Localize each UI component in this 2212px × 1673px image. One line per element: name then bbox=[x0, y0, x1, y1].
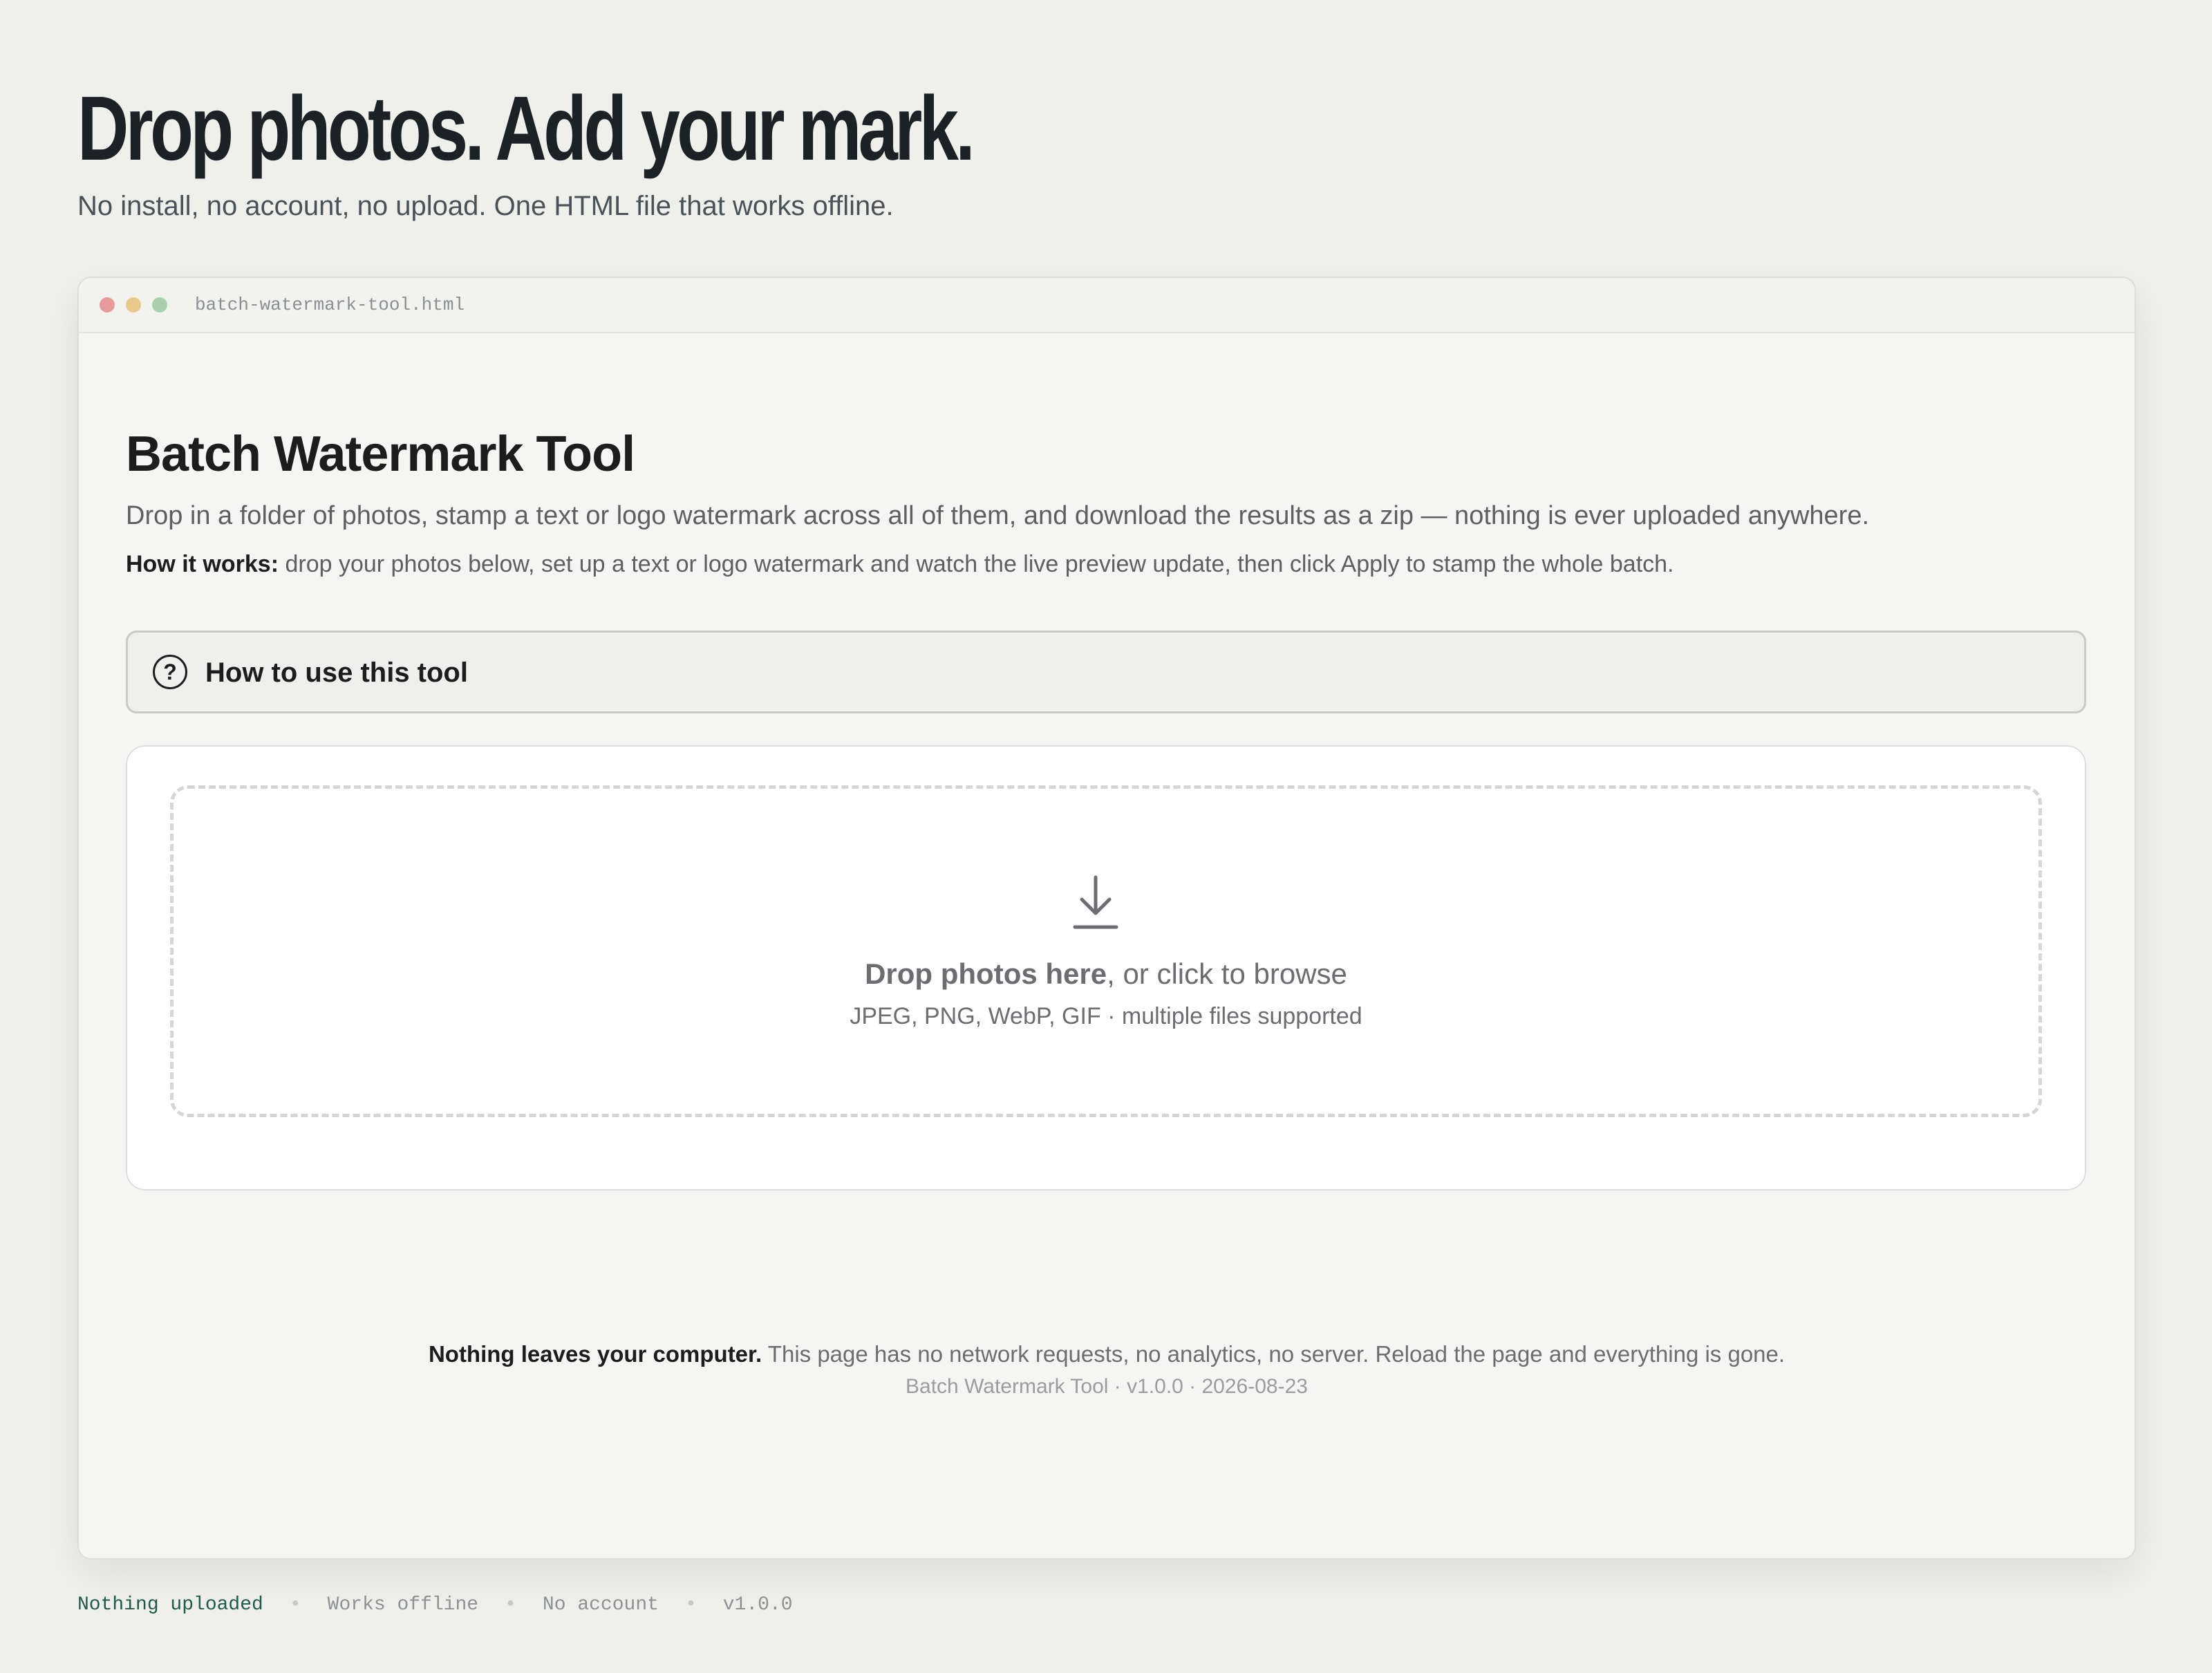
dropzone-main-rest: , or click to browse bbox=[1107, 957, 1347, 990]
privacy-text: This page has no network requests, no an… bbox=[762, 1341, 1785, 1367]
photo-dropzone[interactable]: Drop photos here, or click to browse JPE… bbox=[170, 785, 2042, 1117]
hero-title: Drop photos. Add your mark. bbox=[77, 77, 975, 179]
window-filename: batch-watermark-tool.html bbox=[195, 295, 465, 315]
tool-description: Drop in a folder of photos, stamp a text… bbox=[126, 501, 1870, 530]
window-titlebar: batch-watermark-tool.html bbox=[79, 278, 2135, 333]
dropzone-main-text: Drop photos here, or click to browse bbox=[174, 955, 2038, 993]
tool-title: Batch Watermark Tool bbox=[126, 427, 635, 482]
how-it-works-label: How it works: bbox=[126, 551, 279, 577]
status-nothing-uploaded: Nothing uploaded bbox=[77, 1594, 263, 1616]
status-separator: • bbox=[289, 1594, 301, 1616]
how-to-use-label: How to use this tool bbox=[205, 657, 468, 688]
version-line: Batch Watermark Tool · v1.0.0 · 2026-08-… bbox=[906, 1375, 1308, 1398]
maximize-window-dot-icon[interactable] bbox=[152, 297, 167, 312]
close-window-dot-icon[interactable] bbox=[100, 297, 115, 312]
how-it-works-text: drop your photos below, set up a text or… bbox=[279, 551, 1674, 577]
status-separator: • bbox=[684, 1594, 697, 1616]
privacy-bold: Nothing leaves your computer. bbox=[428, 1341, 762, 1367]
status-version: v1.0.0 bbox=[722, 1594, 793, 1616]
status-works-offline: Works offline bbox=[327, 1594, 479, 1616]
download-arrow-icon bbox=[1073, 875, 1118, 929]
how-it-works: How it works: drop your photos below, se… bbox=[126, 548, 1674, 581]
dropzone-main-bold: Drop photos here bbox=[865, 957, 1107, 990]
app-window: batch-watermark-tool.html Batch Watermar… bbox=[77, 277, 2136, 1560]
status-separator: • bbox=[505, 1594, 516, 1616]
upload-card: Drop photos here, or click to browse JPE… bbox=[126, 745, 2086, 1190]
how-to-use-toggle[interactable]: ? How to use this tool bbox=[126, 630, 2086, 713]
privacy-note: Nothing leaves your computer. This page … bbox=[79, 1338, 2135, 1371]
status-no-account: No account bbox=[542, 1594, 659, 1616]
dropzone-formats: JPEG, PNG, WebP, GIF · multiple files su… bbox=[850, 1003, 1362, 1029]
question-circle-icon: ? bbox=[153, 655, 187, 689]
status-bar: Nothing uploaded • Works offline • No ac… bbox=[77, 1590, 793, 1620]
hero-subtitle: No install, no account, no upload. One H… bbox=[77, 191, 894, 221]
minimize-window-dot-icon[interactable] bbox=[126, 297, 141, 312]
